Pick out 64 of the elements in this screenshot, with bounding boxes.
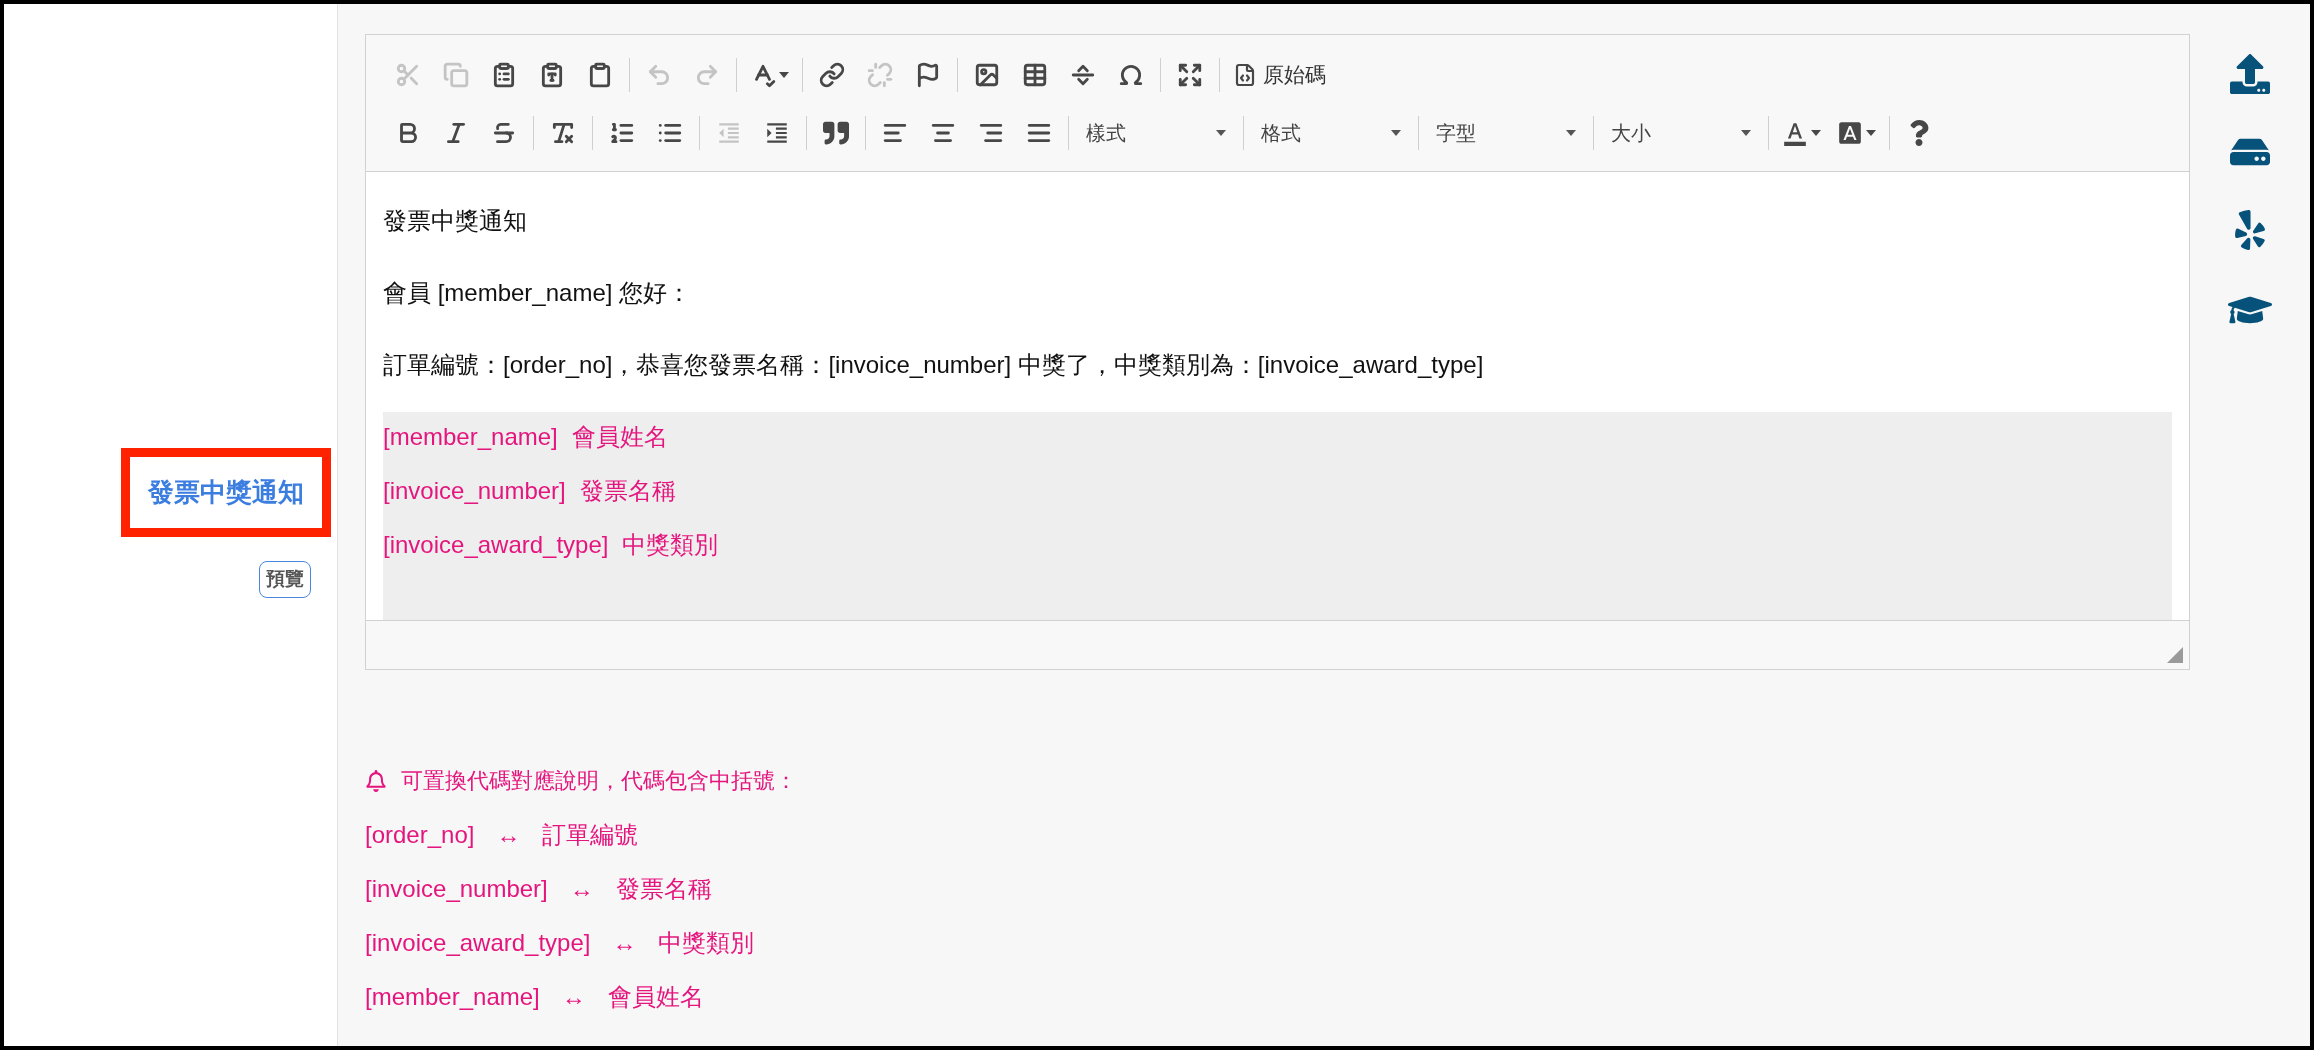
- omega-icon: [1118, 62, 1144, 88]
- variable-meaning: 會員姓名: [571, 422, 668, 452]
- caret-icon: [779, 72, 789, 78]
- horizontal-line-icon: [1070, 62, 1096, 88]
- preview-button[interactable]: 預覽: [259, 561, 311, 598]
- variable-code: [invoice_award_type]: [365, 928, 591, 958]
- caret-icon: [1566, 130, 1576, 136]
- clipboard-icon: [587, 62, 613, 88]
- mapping-arrow: ↔: [561, 982, 586, 1012]
- numbered-list-icon: [609, 120, 635, 146]
- dropdown-select[interactable]: 字型: [1426, 111, 1586, 155]
- editor-paragraph: 訂單編號：[order_no]，恭喜您發票名稱：[invoice_number] 中獎了，中獎類別為：[invoice_award_type]: [383, 350, 1485, 380]
- source-button[interactable]: 原始碼: [1227, 53, 1332, 97]
- variable-code: [order_no]: [365, 820, 475, 850]
- editor-content-area[interactable]: 發票中獎通知 會員 [member_name] 您好： 訂單編號：[order_no]，恭喜您發票名稱：[invoice_number] 中獎了，中獎類別為：[invoice_award_type] [member_name] 會員姓名 [invoice_number] 發票名稱 [invoice_award_type] 中獎類別: [366, 171, 2189, 621]
- editor-paragraph: 發票中獎通知: [383, 206, 528, 236]
- editor-paragraph: 會員 [member_name] 您好：: [383, 278, 693, 308]
- resize-grip-icon[interactable]: [2167, 647, 2183, 663]
- image-icon: [974, 62, 1000, 88]
- notes-heading: 可置換代碼對應說明，代碼包含中括號：: [401, 767, 797, 795]
- remove-format-icon: [550, 120, 576, 146]
- dropdown-select[interactable]: 格式: [1251, 111, 1411, 155]
- template-title: 發票中獎通知: [121, 448, 331, 537]
- background-color-icon: [1837, 120, 1863, 146]
- scissors-icon: [395, 62, 421, 88]
- link-icon: [819, 62, 845, 88]
- variable-meaning: 會員姓名: [607, 982, 704, 1012]
- quote-icon: [823, 120, 849, 146]
- variable-code: [invoice_award_type]: [383, 530, 609, 560]
- outdent-icon: [716, 120, 742, 146]
- clipboard-icon: [491, 62, 517, 88]
- caret-icon: [1216, 130, 1226, 136]
- table-icon: [1022, 62, 1048, 88]
- dropdown-select[interactable]: 樣式: [1076, 111, 1236, 155]
- variable-code: [member_name]: [365, 982, 540, 1012]
- unlink-icon: [867, 62, 893, 88]
- clipboard-icon: [539, 62, 565, 88]
- caret-icon: [1391, 130, 1401, 136]
- variable-code: [member_name]: [383, 422, 558, 452]
- variable-meaning: 發票名稱: [615, 874, 712, 904]
- caret-icon: [1866, 130, 1876, 136]
- bell-icon: [365, 770, 387, 792]
- variable-code: [invoice_number]: [383, 476, 566, 506]
- indent-icon: [764, 120, 790, 146]
- caret-icon: [1741, 130, 1751, 136]
- code-file-icon: [1233, 63, 1257, 87]
- expand-icon: [1177, 62, 1203, 88]
- strikethrough-icon: [491, 120, 517, 146]
- variable-meaning: 發票名稱: [579, 476, 676, 506]
- variable-meaning: 訂單編號: [542, 820, 639, 850]
- upload-icon[interactable]: [2230, 54, 2270, 94]
- dropdown-select[interactable]: 大小: [1601, 111, 1761, 155]
- variable-code: [invoice_number]: [365, 874, 548, 904]
- variable-meaning: 中獎類別: [622, 530, 719, 560]
- mapping-arrow: ↔: [496, 820, 521, 850]
- caret-icon: [1811, 130, 1821, 136]
- mapping-arrow: ↔: [569, 874, 594, 904]
- undo-icon: [646, 62, 672, 88]
- text-color-icon: [1782, 120, 1808, 146]
- redo-icon: [694, 62, 720, 88]
- copy-icon: [443, 62, 469, 88]
- mapping-arrow: ↔: [612, 928, 637, 958]
- flag-icon: [915, 62, 941, 88]
- variable-meaning: 中獎類別: [658, 928, 755, 958]
